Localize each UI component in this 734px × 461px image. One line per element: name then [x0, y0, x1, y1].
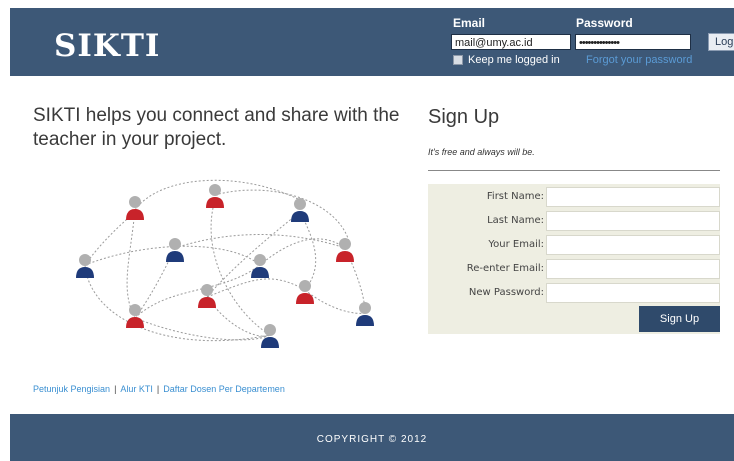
tagline: SIKTI helps you connect and share with t…: [33, 105, 400, 150]
login-button[interactable]: Log In: [708, 33, 734, 51]
person-red-icon: [206, 184, 224, 208]
last-name-label: Last Name:: [487, 215, 544, 226]
footer-links: Petunjuk Pengisian | Alur KTI | Daftar Dosen…: [33, 384, 285, 394]
password-label: Password: [576, 16, 633, 30]
footer-link-petunjuk[interactable]: Petunjuk Pengisian: [33, 384, 110, 394]
person-red-icon: [126, 304, 144, 328]
header-bar: SIKTI Email mail@umy.ac.id Password ••••…: [10, 8, 734, 76]
person-blue-icon: [166, 238, 184, 262]
form-row-reenter-email: Re-enter Email:: [428, 258, 720, 280]
person-blue-icon: [251, 254, 269, 278]
reenter-email-label: Re-enter Email:: [466, 263, 544, 274]
person-blue-icon: [76, 254, 94, 278]
new-password-label: New Password:: [468, 287, 544, 298]
form-row-last-name: Last Name:: [428, 210, 720, 232]
email-label: Email: [453, 16, 486, 30]
form-row-email: Your Email:: [428, 234, 720, 256]
separator: |: [156, 384, 160, 394]
first-name-input[interactable]: [546, 187, 720, 207]
footer-link-daftar-dosen[interactable]: Daftar Dosen Per Departemen: [163, 384, 285, 394]
form-row-new-password: New Password:: [428, 282, 720, 304]
network-illustration: [76, 179, 374, 348]
network-connections: [84, 179, 366, 342]
separator: |: [114, 384, 117, 394]
password-field[interactable]: ••••••••••••••: [575, 34, 691, 50]
new-password-input[interactable]: [546, 283, 720, 303]
person-red-icon: [126, 196, 144, 220]
first-name-label: First Name:: [486, 191, 544, 202]
copyright-text: COPYRIGHT © 2012: [316, 434, 428, 445]
reenter-email-input[interactable]: [546, 259, 720, 279]
footer-link-alur-kti[interactable]: Alur KTI: [120, 384, 153, 394]
footer-bar: COPYRIGHT © 2012: [10, 414, 734, 461]
keep-logged-in-label: Keep me logged in: [468, 54, 560, 66]
signup-form: First Name: Last Name: Your Email: Re-en…: [428, 184, 720, 334]
signup-title: Sign Up: [428, 106, 500, 128]
person-red-icon: [198, 284, 216, 308]
person-red-icon: [296, 280, 314, 304]
your-email-label: Your Email:: [488, 239, 544, 250]
person-blue-icon: [291, 198, 309, 222]
keep-logged-in-checkbox[interactable]: [453, 55, 463, 65]
signup-button[interactable]: Sign Up: [639, 306, 720, 332]
email-field[interactable]: mail@umy.ac.id: [451, 34, 571, 50]
signup-subtitle: It's free and always will be.: [428, 147, 535, 157]
last-name-input[interactable]: [546, 211, 720, 231]
site-logo[interactable]: SIKTI: [54, 28, 160, 64]
person-red-icon: [336, 238, 354, 262]
person-blue-icon: [356, 302, 374, 326]
people-icons: [76, 184, 374, 348]
form-row-first-name: First Name:: [428, 186, 720, 208]
your-email-input[interactable]: [546, 235, 720, 255]
forgot-password-link[interactable]: Forgot your password: [586, 54, 692, 66]
divider: [428, 170, 720, 171]
